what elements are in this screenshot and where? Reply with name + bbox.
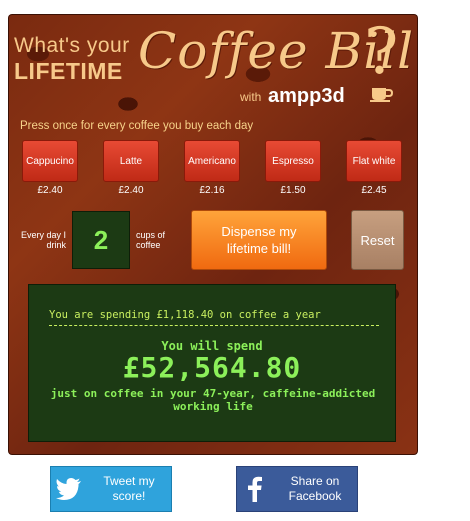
americano-price: £2.16 — [199, 185, 225, 196]
latte-button[interactable]: Latte — [103, 140, 159, 182]
result-display: You are spending £1,118.40 on coffee a y… — [28, 284, 396, 442]
espresso-price: £1.50 — [280, 185, 306, 196]
cappucino-price: £2.40 — [37, 185, 63, 196]
title-line1: What's your — [14, 34, 130, 57]
latte-price: £2.40 — [118, 185, 144, 196]
tweet-score-button[interactable]: Tweet my score! — [50, 466, 172, 512]
flat-white-price: £2.45 — [361, 185, 387, 196]
espresso-button[interactable]: Espresso — [265, 140, 321, 182]
working-life-text: just on coffee in your 47-year, caffeine… — [50, 387, 376, 413]
cups-of-coffee-label: cups of coffee — [136, 230, 166, 250]
title-line2: LIFETIME — [14, 58, 123, 84]
twitter-bird-icon — [51, 466, 87, 512]
cups-counter: 2 — [72, 211, 130, 269]
tweet-label: Tweet my score! — [103, 474, 155, 503]
divider — [49, 325, 379, 326]
dispense-label: Dispense my lifetime bill! — [221, 224, 297, 256]
with-label: with — [240, 90, 262, 104]
facebook-label: Share on Facebook — [288, 474, 342, 503]
americano-button[interactable]: Americano — [184, 140, 240, 182]
every-day-label: Every day I drink — [20, 230, 66, 250]
facebook-f-icon — [237, 466, 273, 512]
yearly-spend-text: You are spending £1,118.40 on coffee a y… — [49, 309, 321, 321]
share-facebook-button[interactable]: Share on Facebook — [236, 466, 358, 512]
brand-logo: ampp3d — [268, 85, 345, 107]
cup-icon — [370, 88, 394, 102]
lifetime-total: £52,564.80 — [122, 351, 302, 384]
dispense-bill-button[interactable]: Dispense my lifetime bill! — [191, 210, 327, 270]
cappucino-button[interactable]: Cappucino — [22, 140, 78, 182]
title-question-mark: ? — [364, 15, 399, 89]
flat-white-button[interactable]: Flat white — [346, 140, 402, 182]
instructions-text: Press once for every coffee you buy each… — [20, 120, 254, 132]
reset-button[interactable]: Reset — [351, 210, 404, 270]
